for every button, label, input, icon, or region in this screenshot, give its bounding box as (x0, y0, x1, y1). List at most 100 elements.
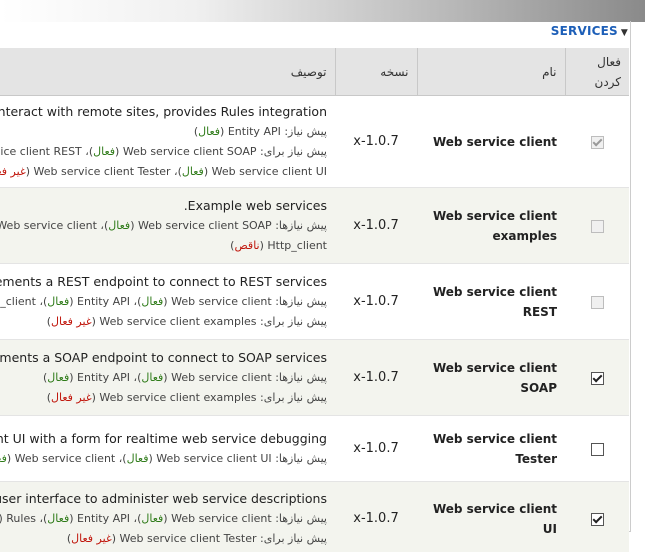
requirements-line: پیش نیازها: Web service client UI (فعال)… (7, 449, 327, 469)
dependency-status: ناقص (234, 239, 259, 252)
dependency-module: Rules (6, 512, 36, 525)
requires-label: پیش نیازها: (275, 295, 327, 308)
requirements-line: پیش نیازها: Web service client (فعال)، E… (7, 509, 327, 529)
module-name: Web service client (417, 96, 565, 188)
module-description-cell: Example web services. پیش نیازها: Web ser… (0, 188, 335, 264)
module-description-cell: Implements a SOAP endpoint to connect to… (0, 340, 335, 416)
enable-cell (565, 482, 629, 552)
enable-cell (565, 188, 629, 264)
dependency-module: Entity API (77, 295, 130, 308)
required-by-label: پیش نیاز برای: (260, 391, 327, 404)
enable-checkbox[interactable] (591, 513, 604, 526)
module-version: 7.x-1.0 (335, 416, 417, 482)
dependency-module: Web service client (171, 371, 272, 384)
module-version: 7.x-1.0 (335, 340, 417, 416)
dependency-status: غیر فعال (51, 391, 92, 404)
module-description: Provides a user interface to administer … (7, 489, 327, 509)
modules-table-wrapper: فعال کردن نام نسخه توصیف Web service cli… (0, 48, 629, 552)
enable-cell (565, 264, 629, 340)
requires-label: پیش نیاز: (284, 125, 327, 138)
dependency-status: فعال (127, 452, 149, 465)
modules-table-body: Web service client7.x-1.0Interact with r… (0, 96, 629, 552)
requirements-line: پیش نیازها: Web service client (فعال)، E… (7, 368, 327, 388)
module-version: 7.x-1.0 (335, 264, 417, 340)
module-description-cell: Interact with remote sites, provides Rul… (0, 96, 335, 188)
required-by-line: پیش نیاز برای: Web service client exampl… (7, 388, 327, 408)
dependency-status: فعال (47, 371, 69, 384)
dependency-status: فعال (182, 165, 204, 178)
module-description: Example web services. (7, 196, 327, 216)
enable-checkbox (591, 136, 604, 149)
dependency-module: Web service client SOAP (138, 219, 272, 232)
module-name: Web service client examples (417, 188, 565, 264)
chevron-down-icon: ▼ (621, 28, 628, 38)
module-description-cell: Provides a user interface to administer … (0, 482, 335, 552)
dependency-module: Web service client (0, 219, 97, 232)
module-description-cell: Web service client UI with a form for re… (0, 416, 335, 482)
dependency-status: غیر فعال (51, 315, 92, 328)
requirements-line: پیش نیاز: Entity API (فعال) (7, 122, 327, 142)
enable-checkbox[interactable] (591, 443, 604, 456)
dependency-status: فعال (0, 452, 7, 465)
requires-label: پیش نیازها: (275, 219, 327, 232)
table-row: Web service client Tester7.x-1.0 Web serv… (0, 416, 629, 482)
enable-checkbox (591, 296, 604, 309)
fieldset-legend[interactable]: SERVICES▼ (551, 24, 628, 38)
module-name: Web service client UI (417, 482, 565, 552)
requirements-line: Http_client (ناقص) (7, 236, 327, 256)
dependency-module: Web service client UI (212, 165, 327, 178)
requires-label: پیش نیازها: (275, 452, 327, 465)
module-description-cell: Implements a REST endpoint to connect to… (0, 264, 335, 340)
modules-table: فعال کردن نام نسخه توصیف Web service cli… (0, 48, 629, 552)
dependency-module: Web service client UI (156, 452, 271, 465)
module-description: Implements a SOAP endpoint to connect to… (7, 348, 327, 368)
module-description: Web service client UI with a form for re… (7, 429, 327, 449)
required-by-label: پیش نیاز برای: (260, 315, 327, 328)
services-fieldset: SERVICES▼ فعال کردن نام نسخه توصیف Web s… (0, 21, 631, 532)
dependency-status: فعال (47, 295, 69, 308)
dependency-module: Web service client (171, 512, 272, 525)
table-row: Web service client UI7.x-1.0 Provides a u… (0, 482, 629, 552)
dependency-module: Http_client (267, 239, 327, 252)
required-by-line: پیش نیاز برای: Web service client SOAP (… (7, 142, 327, 162)
table-row: Web service client examples7.x-1.0Exampl… (0, 188, 629, 264)
dependency-status: غیر فعال (71, 532, 112, 545)
requirements-line: پیش نیازها: Web service client (فعال)، E… (7, 292, 327, 312)
table-header-row: فعال کردن نام نسخه توصیف (0, 48, 629, 96)
required-by-line: پیش نیاز برای: Web service client exampl… (7, 312, 327, 332)
table-row: Web service client7.x-1.0Interact with r… (0, 96, 629, 188)
dependency-status: فعال (198, 125, 220, 138)
fieldset-legend-label: SERVICES (551, 24, 618, 38)
module-name: Web service client SOAP (417, 340, 565, 416)
table-row: Web service client REST7.x-1.0Implements… (0, 264, 629, 340)
dependency-module: Web service client examples (99, 315, 256, 328)
dependency-module: Web service client (15, 452, 116, 465)
dependency-module: Entity API (77, 371, 130, 384)
module-version: 7.x-1.0 (335, 188, 417, 264)
dependency-status: فعال (141, 295, 163, 308)
required-by-line: Web service client UI (فعال)، Web servic… (7, 162, 327, 182)
enable-checkbox[interactable] (591, 372, 604, 385)
dependency-status: فعال (141, 512, 163, 525)
column-header-name: نام (417, 48, 565, 96)
dependency-module: Web service client REST (0, 145, 82, 158)
module-name: Web service client Tester (417, 416, 565, 482)
dependency-module: Web service client (171, 295, 272, 308)
column-header-enable: فعال کردن (565, 48, 629, 96)
required-by-label: پیش نیاز برای: (260, 145, 327, 158)
dependency-status: فعال (93, 145, 115, 158)
dependency-status: فعال (47, 512, 69, 525)
dependency-status: فعال (108, 219, 130, 232)
enable-cell (565, 96, 629, 188)
requires-label: پیش نیازها: (275, 512, 327, 525)
module-description: Implements a REST endpoint to connect to… (7, 272, 327, 292)
dependency-status: غیر فعال (0, 165, 26, 178)
dependency-module: Web service client SOAP (123, 145, 257, 158)
column-header-version: نسخه (335, 48, 417, 96)
module-version: 7.x-1.0 (335, 482, 417, 552)
column-header-description: توصیف (0, 48, 335, 96)
dependency-module: Http_client (0, 295, 36, 308)
top-toolbar-gradient (0, 0, 645, 22)
required-by-line: پیش نیاز برای: Web service client Tester… (7, 529, 327, 549)
enable-cell (565, 416, 629, 482)
